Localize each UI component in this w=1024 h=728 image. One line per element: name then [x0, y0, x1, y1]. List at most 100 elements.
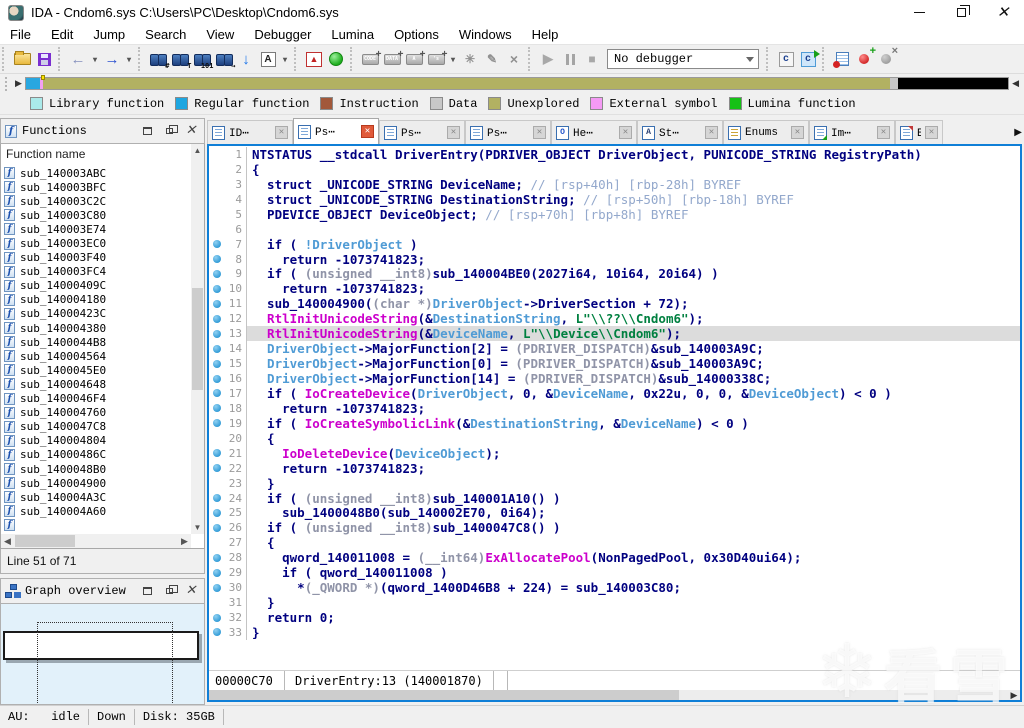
undefine-button[interactable]: ×: [504, 48, 524, 70]
code-line[interactable]: 1NTSTATUS __stdcall DriverEntry(PDRIVER_…: [209, 147, 1020, 162]
tab-ex[interactable]: Ex⋯✕: [895, 120, 943, 144]
scroll-thumb[interactable]: [209, 690, 679, 700]
breakpoint-gutter[interactable]: [209, 240, 224, 248]
menu-edit[interactable]: Edit: [41, 27, 83, 42]
rename-button[interactable]: A: [258, 48, 278, 70]
breakpoint-dot[interactable]: [213, 285, 221, 293]
jump-back-menu-button[interactable]: ▾: [90, 48, 100, 70]
debugger-select-dropdown[interactable]: No debugger: [607, 49, 759, 69]
make-string-menu-button[interactable]: ▾: [448, 48, 458, 70]
scroll-thumb[interactable]: [192, 288, 203, 389]
function-list-item[interactable]: fsub_140003BFC: [1, 180, 191, 194]
function-list-item[interactable]: fsub_140004900: [1, 476, 191, 490]
tab-close-icon[interactable]: ✕: [925, 126, 938, 139]
menu-jump[interactable]: Jump: [83, 27, 135, 42]
breakpoint-dot[interactable]: [213, 449, 221, 457]
code-line[interactable]: 22 return -1073741823;: [209, 461, 1020, 476]
function-list-item[interactable]: fsub_1400045E0: [1, 363, 191, 377]
breakpoint-delete-button[interactable]: [876, 48, 896, 70]
code-line[interactable]: 5 PDEVICE_OBJECT DeviceObject; // [rsp+7…: [209, 207, 1020, 222]
tab-ps[interactable]: Ps⋯✕: [293, 118, 379, 144]
function-list-item[interactable]: fsub_14000409C: [1, 279, 191, 293]
breakpoint-dot[interactable]: [213, 360, 221, 368]
code-line[interactable]: 26 if ( (unsigned __int8)sub_1400047C8()…: [209, 520, 1020, 535]
function-name-header[interactable]: Function name: [1, 144, 204, 164]
function-list-item[interactable]: fsub_140004A3C: [1, 490, 191, 504]
run-to-cursor-button[interactable]: c: [798, 48, 818, 70]
code-line[interactable]: 24 if ( (unsigned __int8)sub_140001A10()…: [209, 491, 1020, 506]
function-list-item[interactable]: fsub_140004A60: [1, 504, 191, 518]
function-list-item[interactable]: fsub_140004380: [1, 321, 191, 335]
function-list-item[interactable]: fsub_14000423C: [1, 307, 191, 321]
breakpoint-gutter[interactable]: [209, 524, 224, 532]
code-line[interactable]: 7 if ( !DriverObject ): [209, 237, 1020, 252]
navigation-band[interactable]: [25, 77, 1009, 90]
breakpoint-gutter[interactable]: [209, 464, 224, 472]
tab-close-icon[interactable]: ✕: [877, 126, 890, 139]
breakpoint-gutter[interactable]: [209, 330, 224, 338]
breakpoint-dot[interactable]: [213, 509, 221, 517]
jump-forward-button[interactable]: →: [102, 48, 122, 70]
breakpoint-dot[interactable]: [213, 330, 221, 338]
search-again-button[interactable]: →: [214, 48, 234, 70]
breakpoint-dot[interactable]: [213, 464, 221, 472]
make-array-button[interactable]: ✳: [460, 48, 480, 70]
menu-windows[interactable]: Windows: [449, 27, 522, 42]
function-list-item[interactable]: f: [1, 518, 191, 532]
tab-overflow-arrow[interactable]: ▶: [1014, 127, 1022, 138]
make-name-button[interactable]: A+: [404, 48, 424, 70]
code-line[interactable]: 20 {: [209, 431, 1020, 446]
menu-search[interactable]: Search: [135, 27, 196, 42]
tab-he[interactable]: He⋯✕: [551, 120, 637, 144]
function-list-item[interactable]: fsub_140004804: [1, 434, 191, 448]
breakpoint-dot[interactable]: [213, 628, 221, 636]
code-line[interactable]: 28 qword_140011008 = (__int64)ExAllocate…: [209, 550, 1020, 565]
breakpoint-dot[interactable]: [213, 569, 221, 577]
jump-to-address-button[interactable]: ↓: [236, 48, 256, 70]
code-line[interactable]: 27 {: [209, 535, 1020, 550]
navband-right-arrow[interactable]: ◀: [1009, 78, 1022, 89]
code-line[interactable]: 31 }: [209, 595, 1020, 610]
breakpoint-add-button[interactable]: [854, 48, 874, 70]
function-list-item[interactable]: fsub_140003ABC: [1, 166, 191, 180]
close-button[interactable]: ✕: [982, 0, 1024, 25]
function-list-item[interactable]: fsub_140003EC0: [1, 236, 191, 250]
code-horizontal-scrollbar[interactable]: ▶: [209, 690, 1020, 700]
breakpoint-dot[interactable]: [213, 494, 221, 502]
tab-id[interactable]: ID⋯✕: [207, 120, 293, 144]
tab-close-icon[interactable]: ✕: [275, 126, 288, 139]
breakpoint-dot[interactable]: [213, 614, 221, 622]
function-list-item[interactable]: fsub_14000486C: [1, 448, 191, 462]
menu-lumina[interactable]: Lumina: [321, 27, 384, 42]
make-code-button[interactable]: CODE+: [360, 48, 380, 70]
navband-left-arrow[interactable]: ▶: [12, 78, 25, 89]
show-problems-button[interactable]: ▲: [304, 48, 324, 70]
tab-close-icon[interactable]: ✕: [619, 126, 632, 139]
search-text-button[interactable]: T: [170, 48, 190, 70]
float-panel-button[interactable]: [162, 585, 176, 598]
breakpoint-gutter[interactable]: [209, 584, 224, 592]
breakpoint-gutter[interactable]: [209, 509, 224, 517]
code-line[interactable]: 29 if ( qword_140011008 ): [209, 565, 1020, 580]
functions-horizontal-scrollbar[interactable]: ◀ ▶: [1, 534, 191, 548]
code-line[interactable]: 12 RtlInitUnicodeString(&DestinationStri…: [209, 311, 1020, 326]
code-line[interactable]: 18 return -1073741823;: [209, 401, 1020, 416]
tab-close-icon[interactable]: ✕: [361, 125, 374, 138]
scroll-right-arrow[interactable]: ▶: [1008, 690, 1020, 700]
make-data-button[interactable]: DATA+: [382, 48, 402, 70]
breakpoint-gutter[interactable]: [209, 375, 224, 383]
open-file-button[interactable]: [12, 48, 32, 70]
menu-options[interactable]: Options: [384, 27, 449, 42]
scroll-thumb[interactable]: [15, 535, 75, 547]
breakpoint-gutter[interactable]: [209, 628, 224, 636]
scroll-right-arrow[interactable]: ▶: [178, 534, 191, 548]
code-line[interactable]: 11 sub_140004900((char *)DriverObject->D…: [209, 296, 1020, 311]
breakpoint-dot[interactable]: [213, 345, 221, 353]
code-line[interactable]: 8 return -1073741823;: [209, 252, 1020, 267]
breakpoint-dot[interactable]: [213, 554, 221, 562]
function-list-item[interactable]: fsub_1400044B8: [1, 335, 191, 349]
tab-ps[interactable]: Ps⋯✕: [465, 120, 551, 144]
code-line[interactable]: 9 if ( (unsigned __int8)sub_140004BE0(20…: [209, 267, 1020, 282]
function-list-item[interactable]: fsub_140004180: [1, 293, 191, 307]
tab-im[interactable]: Im⋯✕: [809, 120, 895, 144]
